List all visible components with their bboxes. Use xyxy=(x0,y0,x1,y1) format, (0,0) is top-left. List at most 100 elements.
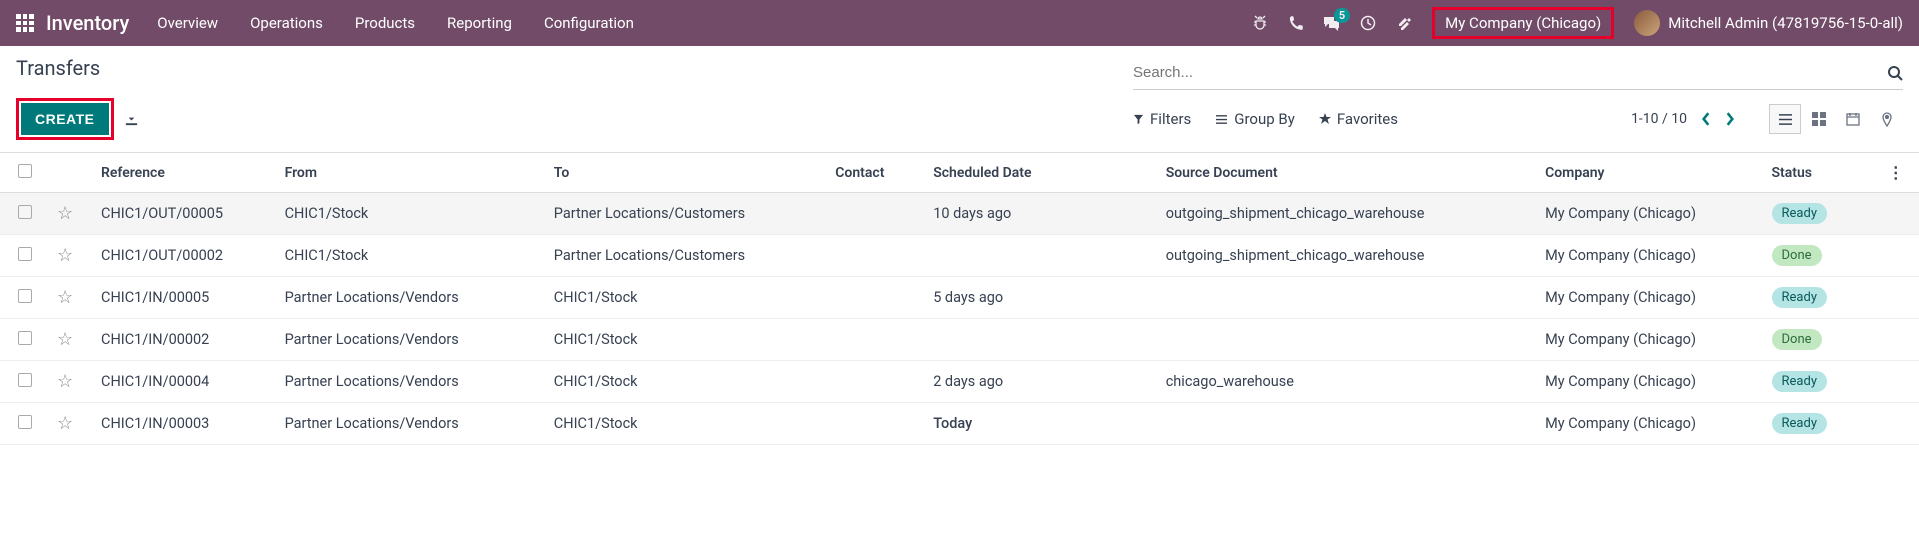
activities-icon[interactable] xyxy=(1360,15,1376,31)
transfers-table: Reference From To Contact Scheduled Date… xyxy=(0,152,1919,445)
cell-from: CHIC1/Stock xyxy=(277,235,546,277)
cell-to: CHIC1/Stock xyxy=(546,361,827,403)
nav-overview[interactable]: Overview xyxy=(157,14,218,32)
cell-contact xyxy=(827,193,925,235)
cell-status: Ready xyxy=(1764,277,1880,319)
search-icon[interactable] xyxy=(1887,65,1903,81)
cell-company: My Company (Chicago) xyxy=(1537,319,1763,361)
company-selector[interactable]: My Company (Chicago) xyxy=(1432,7,1614,39)
table-row[interactable]: ☆CHIC1/IN/00005Partner Locations/Vendors… xyxy=(0,277,1919,319)
table-row[interactable]: ☆CHIC1/IN/00004Partner Locations/Vendors… xyxy=(0,361,1919,403)
messages-badge: 5 xyxy=(1334,8,1350,23)
nav-menu: Overview Operations Products Reporting C… xyxy=(157,14,634,32)
col-to[interactable]: To xyxy=(546,153,827,193)
cell-to: CHIC1/Stock xyxy=(546,319,827,361)
col-contact[interactable]: Contact xyxy=(827,153,925,193)
nav-operations[interactable]: Operations xyxy=(250,14,323,32)
funnel-icon xyxy=(1133,114,1144,125)
cell-reference: CHIC1/IN/00004 xyxy=(93,361,277,403)
navbar: Inventory Overview Operations Products R… xyxy=(0,0,1919,46)
row-star-icon[interactable]: ☆ xyxy=(57,287,73,308)
cell-date: Today xyxy=(925,403,1158,445)
cell-to: CHIC1/Stock xyxy=(546,403,827,445)
row-checkbox[interactable] xyxy=(18,415,32,429)
cell-contact xyxy=(827,235,925,277)
col-scheduled[interactable]: Scheduled Date xyxy=(925,153,1158,193)
col-reference[interactable]: Reference xyxy=(93,153,277,193)
cell-reference: CHIC1/IN/00005 xyxy=(93,277,277,319)
row-checkbox[interactable] xyxy=(18,247,32,261)
cell-to: CHIC1/Stock xyxy=(546,277,827,319)
row-checkbox[interactable] xyxy=(18,289,32,303)
col-company[interactable]: Company xyxy=(1537,153,1763,193)
cell-company: My Company (Chicago) xyxy=(1537,277,1763,319)
nav-right: 5 My Company (Chicago) Mitchell Admin (4… xyxy=(1252,7,1903,39)
cell-contact xyxy=(827,403,925,445)
cell-contact xyxy=(827,319,925,361)
columns-menu-icon[interactable]: ⋮ xyxy=(1888,163,1904,182)
cell-company: My Company (Chicago) xyxy=(1537,403,1763,445)
row-star-icon[interactable]: ☆ xyxy=(57,203,73,224)
search-area xyxy=(1133,56,1903,90)
select-all-checkbox[interactable] xyxy=(18,164,32,178)
pager-prev[interactable] xyxy=(1701,112,1711,126)
col-from[interactable]: From xyxy=(277,153,546,193)
page-title: Transfers xyxy=(16,56,100,80)
messages-icon[interactable]: 5 xyxy=(1323,16,1340,31)
avatar xyxy=(1634,10,1660,36)
cell-date xyxy=(925,235,1158,277)
row-star-icon[interactable]: ☆ xyxy=(57,329,73,350)
row-star-icon[interactable]: ☆ xyxy=(57,245,73,266)
cell-reference: CHIC1/IN/00003 xyxy=(93,403,277,445)
favorites-button[interactable]: Favorites xyxy=(1319,110,1398,128)
cell-source xyxy=(1158,277,1537,319)
create-button[interactable]: CREATE xyxy=(21,103,109,135)
row-checkbox[interactable] xyxy=(18,331,32,345)
cell-contact xyxy=(827,277,925,319)
groupby-button[interactable]: Group By xyxy=(1215,110,1295,128)
cell-date xyxy=(925,319,1158,361)
view-switcher xyxy=(1769,104,1903,134)
cell-from: Partner Locations/Vendors xyxy=(277,319,546,361)
table-row[interactable]: ☆CHIC1/OUT/00005CHIC1/StockPartner Locat… xyxy=(0,193,1919,235)
cell-source xyxy=(1158,319,1537,361)
user-name: Mitchell Admin (47819756-15-0-all) xyxy=(1668,14,1903,32)
view-map[interactable] xyxy=(1871,104,1903,134)
col-source[interactable]: Source Document xyxy=(1158,153,1537,193)
view-kanban[interactable] xyxy=(1803,104,1835,134)
filters-button[interactable]: Filters xyxy=(1133,110,1191,128)
pager-next[interactable] xyxy=(1725,112,1735,126)
cell-source: outgoing_shipment_chicago_warehouse xyxy=(1158,193,1537,235)
nav-reporting[interactable]: Reporting xyxy=(447,14,512,32)
apps-launcher[interactable] xyxy=(16,14,34,32)
user-menu[interactable]: Mitchell Admin (47819756-15-0-all) xyxy=(1634,10,1903,36)
search-input[interactable] xyxy=(1133,60,1887,85)
cell-reference: CHIC1/OUT/00002 xyxy=(93,235,277,277)
cell-from: Partner Locations/Vendors xyxy=(277,403,546,445)
import-icon[interactable] xyxy=(124,112,139,127)
table-row[interactable]: ☆ CHIC1/IN/00003Partner Locations/Vendors… xyxy=(0,403,1919,445)
nav-products[interactable]: Products xyxy=(355,14,415,32)
row-star-icon[interactable]: ☆ xyxy=(57,371,73,392)
nav-configuration[interactable]: Configuration xyxy=(544,14,634,32)
cell-company: My Company (Chicago) xyxy=(1537,361,1763,403)
cell-company: My Company (Chicago) xyxy=(1537,235,1763,277)
debug-icon[interactable] xyxy=(1252,15,1268,31)
view-calendar[interactable] xyxy=(1837,104,1869,134)
cell-date: 10 days ago xyxy=(925,193,1158,235)
tools-icon[interactable] xyxy=(1396,15,1412,31)
row-checkbox[interactable] xyxy=(18,205,32,219)
cell-company: My Company (Chicago) xyxy=(1537,193,1763,235)
phone-icon[interactable] xyxy=(1288,16,1303,31)
table-row[interactable]: ☆CHIC1/OUT/00002CHIC1/StockPartner Locat… xyxy=(0,235,1919,277)
cell-status: Ready xyxy=(1764,193,1880,235)
col-status[interactable]: Status xyxy=(1764,153,1880,193)
cell-reference: CHIC1/OUT/00005 xyxy=(93,193,277,235)
row-checkbox[interactable] xyxy=(18,373,32,387)
cell-to: Partner Locations/Customers xyxy=(546,193,827,235)
row-star-icon[interactable]: ☆ xyxy=(57,413,73,434)
pager-text[interactable]: 1-10 / 10 xyxy=(1631,111,1687,127)
view-list[interactable] xyxy=(1769,104,1801,134)
table-row[interactable]: ☆CHIC1/IN/00002Partner Locations/Vendors… xyxy=(0,319,1919,361)
app-brand[interactable]: Inventory xyxy=(46,11,129,35)
